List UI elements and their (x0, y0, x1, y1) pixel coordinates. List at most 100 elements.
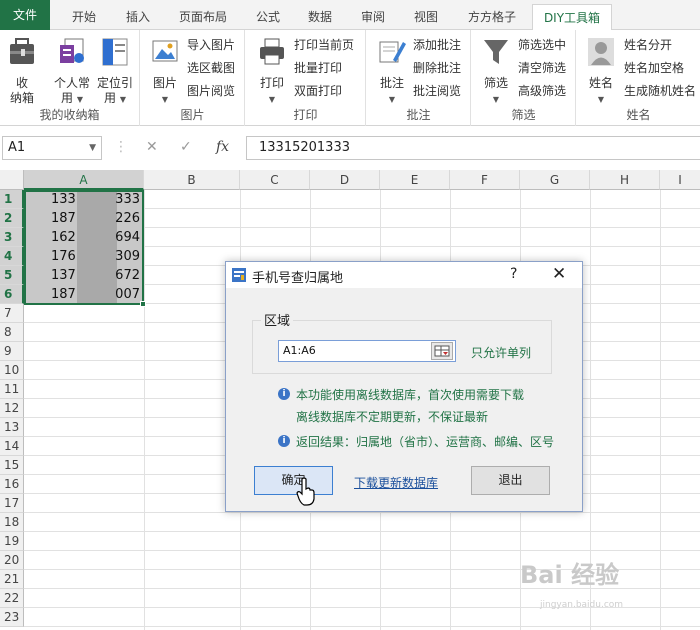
col-header-i[interactable]: I (660, 170, 700, 190)
image-view-button[interactable]: 图片阅览 (187, 81, 235, 101)
print-page-button[interactable]: 打印当前页 (294, 35, 354, 55)
comment-button[interactable]: 批注 ▼ (373, 36, 411, 107)
filter-selected-button[interactable]: 筛选选中 (518, 35, 566, 55)
tab-diy-toolbox[interactable]: DIY工具箱 (532, 4, 612, 31)
dialog-titlebar[interactable]: 手机号查归属地 ? ✕ (226, 262, 582, 288)
row-header[interactable]: 17 (0, 494, 24, 513)
ok-button[interactable]: 确定 (254, 466, 333, 495)
mosaic (77, 285, 117, 304)
col-header-e[interactable]: E (380, 170, 450, 190)
delete-comment-button[interactable]: 删除批注 (413, 58, 461, 78)
print-button[interactable]: 打印 ▼ (252, 36, 292, 107)
cell-a3-suffix: 694 (115, 230, 140, 245)
image-button[interactable]: 图片 ▼ (145, 36, 185, 107)
capture-button[interactable]: 选区截图 (187, 58, 235, 78)
cell-a4[interactable]: 176 309 (25, 247, 143, 266)
row-header[interactable]: 2 (0, 209, 24, 228)
fx-icon[interactable]: fx (216, 139, 229, 155)
printer-icon (252, 36, 292, 72)
row-header[interactable]: 9 (0, 342, 24, 361)
name-box-value: A1 (8, 140, 26, 155)
tab-home[interactable]: 开始 (58, 4, 110, 30)
row-header[interactable]: 21 (0, 570, 24, 589)
cell-a5[interactable]: 137 672 (25, 266, 143, 285)
row-header[interactable]: 19 (0, 532, 24, 551)
tab-view[interactable]: 视图 (403, 4, 449, 30)
name-box[interactable]: A1 ▼ (2, 136, 102, 160)
tab-insert[interactable]: 插入 (112, 4, 164, 30)
download-db-link[interactable]: 下载更新数据库 (354, 474, 438, 491)
cell-a1[interactable]: 133 333 (25, 190, 143, 209)
row-header[interactable]: 6 (0, 285, 24, 304)
import-image-button[interactable]: 导入图片 (187, 35, 235, 55)
row-header[interactable]: 13 (0, 418, 24, 437)
help-icon[interactable]: ? (510, 266, 517, 282)
chevron-down-icon[interactable]: ▼ (89, 137, 96, 159)
name-button[interactable]: 姓名 ▼ (581, 36, 621, 107)
duplex-print-button[interactable]: 双面打印 (294, 81, 342, 101)
col-header-h[interactable]: H (590, 170, 660, 190)
row-header[interactable]: 23 (0, 608, 24, 627)
advanced-filter-button[interactable]: 高级筛选 (518, 81, 566, 101)
tab-fangfang[interactable]: 方方格子 (457, 4, 527, 30)
locate-button[interactable]: 定位引用 ▼ (94, 36, 136, 107)
locate-ref-icon (94, 36, 136, 72)
row-header[interactable]: 8 (0, 323, 24, 342)
row-header[interactable]: 22 (0, 589, 24, 608)
filter-button[interactable]: 筛选 ▼ (476, 36, 516, 107)
group-name-label: 姓名 (626, 108, 651, 122)
personal-docs-icon (50, 36, 94, 72)
row-header[interactable]: 11 (0, 380, 24, 399)
fill-handle[interactable] (140, 301, 146, 307)
row-header[interactable]: 5 (0, 266, 24, 285)
col-header-b[interactable]: B (144, 170, 240, 190)
formula-input[interactable]: 13315201333 (246, 136, 700, 160)
row-header[interactable]: 10 (0, 361, 24, 380)
view-comment-button[interactable]: 批注阅览 (413, 81, 461, 101)
select-all-corner[interactable] (0, 170, 24, 190)
cell-a6[interactable]: 187 007 (25, 285, 143, 304)
row-header[interactable]: 1 (0, 190, 24, 209)
random-name-label: 生成随机姓名 (624, 84, 697, 98)
split-name-button[interactable]: 姓名分开 (624, 35, 672, 55)
row-header[interactable]: 18 (0, 513, 24, 532)
cell-a3[interactable]: 162 694 (25, 228, 143, 247)
tab-review[interactable]: 审阅 (350, 4, 396, 30)
close-icon[interactable]: ✕ (552, 264, 566, 284)
tab-data[interactable]: 数据 (297, 4, 343, 30)
confirm-icon[interactable]: ✓ (180, 139, 192, 155)
row-header[interactable]: 14 (0, 437, 24, 456)
tab-formulas[interactable]: 公式 (245, 4, 291, 30)
cell-a2[interactable]: 187 226 (25, 209, 143, 228)
row-header[interactable]: 20 (0, 551, 24, 570)
row-header[interactable]: 4 (0, 247, 24, 266)
cancel-icon[interactable]: ✕ (146, 139, 158, 155)
personal-button[interactable]: 个人常用 ▼ (50, 36, 94, 107)
tab-page-layout[interactable]: 页面布局 (168, 4, 238, 30)
clear-filter-button[interactable]: 清空筛选 (518, 58, 566, 78)
row-header[interactable]: 12 (0, 399, 24, 418)
col-header-d[interactable]: D (310, 170, 380, 190)
row-header[interactable]: 7 (0, 304, 24, 323)
row-header[interactable]: 3 (0, 228, 24, 247)
exit-button[interactable]: 退出 (471, 466, 550, 495)
duplex-print-label: 双面打印 (294, 84, 343, 98)
advanced-filter-label: 高级筛选 (518, 84, 567, 98)
col-header-c[interactable]: C (240, 170, 310, 190)
range-picker-button[interactable] (431, 342, 453, 360)
row-header[interactable]: 16 (0, 475, 24, 494)
range-input[interactable]: A1:A6 (278, 340, 456, 362)
col-header-f[interactable]: F (450, 170, 520, 190)
tab-file[interactable]: 文件 (0, 0, 50, 30)
add-comment-button[interactable]: 添加批注 (413, 35, 461, 55)
toolbox-icon (4, 36, 40, 72)
group-comment-label: 批注 (406, 108, 431, 122)
col-header-g[interactable]: G (520, 170, 590, 190)
box-button[interactable]: 收纳箱 (4, 36, 40, 106)
name-space-button[interactable]: 姓名加空格 (624, 58, 684, 78)
random-name-button[interactable]: 生成随机姓名 (624, 81, 696, 101)
col-header-a[interactable]: A (24, 170, 144, 190)
row-header[interactable]: 15 (0, 456, 24, 475)
batch-print-button[interactable]: 批量打印 (294, 58, 342, 78)
app-icon (232, 268, 246, 282)
